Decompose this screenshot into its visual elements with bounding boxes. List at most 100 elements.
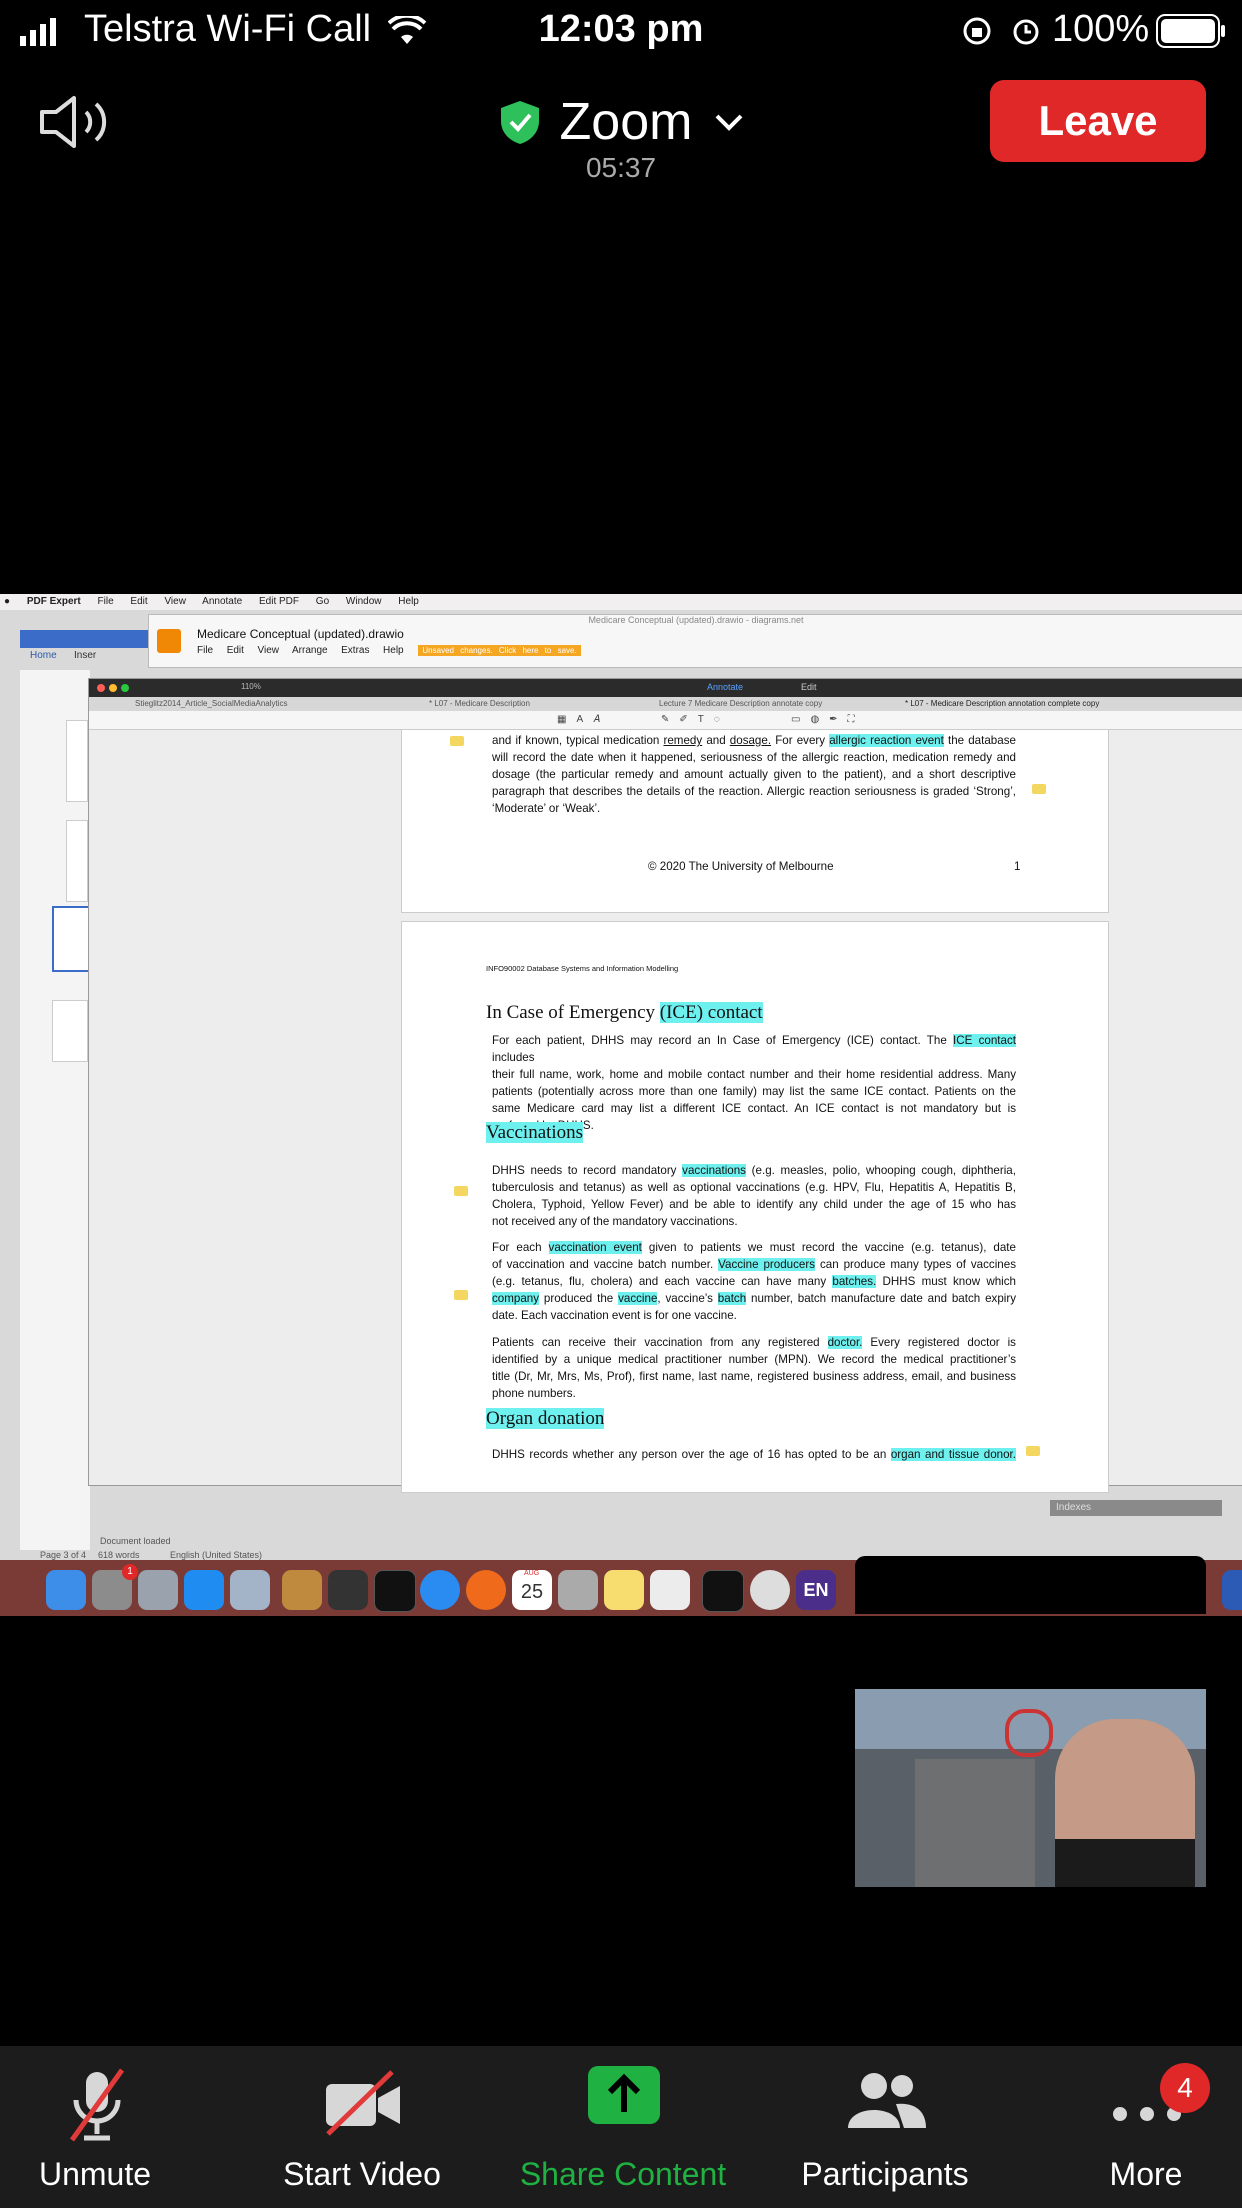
launchpad-icon[interactable] [138,1570,178,1610]
pdf-expert-window: 110% Annotate Edit Stieglitz2014_Article… [88,678,1242,1493]
status-bar: Telstra Wi-Fi Call 12:03 pm 100% [0,0,1242,60]
menubar-item: Edit PDF [259,596,300,607]
annotation-tools-icon[interactable]: ▦A𝐴 [557,714,610,725]
thumbnail[interactable] [66,720,88,802]
maximize-window-button[interactable] [121,684,129,692]
word-word-count: 618 words [98,1550,140,1560]
pdf-titlebar: 110% Annotate Edit [89,679,1242,697]
annotation-toolbar: ▦A𝐴 ✎✐T◌ ▭◍✒⛶ [89,711,1242,730]
pdf-tab[interactable]: Lecture 7 Medicare Description annotate … [659,699,822,708]
participant-shirt [1055,1839,1195,1887]
edit-tab[interactable]: Edit [801,682,817,692]
comment-note-icon[interactable] [454,1290,468,1300]
drawio-menu-item[interactable]: View [257,645,279,656]
participants-icon [848,2073,926,2128]
video-background-clock [1005,1709,1053,1757]
minimize-window-button[interactable] [109,684,117,692]
calculator-icon[interactable] [558,1570,598,1610]
comment-note-icon[interactable] [450,736,464,746]
comment-tools-icon[interactable]: ▭◍✒⛶ [791,714,865,725]
firefox-icon[interactable] [466,1570,506,1610]
organ-donation-heading: Organ donation [486,1408,605,1429]
share-content-button[interactable]: Share Content [512,2046,734,2208]
self-video-thumbnail[interactable] [855,1689,1206,1887]
drawio-menu-item[interactable]: Arrange [292,645,328,656]
shared-screen: ● PDF Expert File Edit View Annotate Edi… [0,594,1242,1616]
thumbnail-selected[interactable] [52,906,90,972]
more-notification-badge: 4 [1160,2063,1210,2113]
notes-book-icon[interactable] [282,1570,322,1610]
more-label: More [1109,2156,1183,2192]
terminal-icon[interactable] [702,1570,744,1612]
markup-tools-icon[interactable]: ✎✐T◌ [661,714,730,725]
indexes-panel[interactable]: Indexes [1050,1500,1222,1516]
zoom-level[interactable]: 110% [241,682,261,691]
word-thumbnails [20,670,90,1550]
video-background-stairs [915,1759,1035,1887]
comment-note-icon[interactable] [454,1186,468,1196]
pdf-tab[interactable]: Stieglitz2014_Article_SocialMediaAnalyti… [135,699,288,708]
compass-icon[interactable] [328,1570,368,1610]
stickies-icon[interactable] [604,1570,644,1610]
drawio-logo-icon [157,629,181,653]
word-titlebar [20,630,150,648]
pdf-page-1: and if known, typical medication remedy … [401,729,1109,913]
safari-icon[interactable] [420,1570,460,1610]
mac-menubar: ● PDF Expert File Edit View Annotate Edi… [0,594,1242,610]
menubar-item: File [97,596,114,607]
drawio-window: Medicare Conceptual (updated).drawio - d… [148,614,1242,668]
unsaved-banner[interactable]: Unsaved changes. Click here to save. [418,645,581,656]
app-store-icon[interactable] [184,1570,224,1610]
thumbnail[interactable] [52,1000,88,1062]
vaccination-event-paragraph: For each vaccination event given to pati… [492,1241,1016,1322]
battery-icon [1156,14,1225,48]
vaccinations-heading: Vaccinations [486,1122,584,1143]
battery-percent: 100% [1052,8,1150,50]
drawio-menu-item[interactable]: Edit [227,645,244,656]
menubar-item: Go [315,596,330,607]
input-language-icon[interactable]: EN [796,1570,836,1610]
unmute-button[interactable]: Unmute [0,2046,190,2208]
menubar-item: View [164,596,186,607]
drawio-menu-item[interactable]: Help [383,645,404,656]
thumbnail[interactable] [66,820,88,902]
preview-icon[interactable] [230,1570,270,1610]
dock-badge: 1 [122,1564,138,1580]
skype-icon[interactable] [750,1570,790,1610]
chevron-down-icon [715,114,743,131]
vaccinations-paragraph: DHHS needs to record mandatory vaccinati… [492,1164,1016,1228]
finder-icon[interactable] [46,1570,86,1610]
apple-icon: ● [4,596,11,607]
unmute-label: Unmute [38,2156,152,2192]
doc-loaded-status: Document loaded [100,1536,171,1546]
word-icon[interactable] [1222,1570,1242,1610]
word-tab-insert[interactable]: Inser [74,650,96,661]
doctor-paragraph: Patients can receive their vaccination f… [492,1336,1016,1400]
word-page-count: Page 3 of 4 [40,1550,87,1560]
activity-monitor-icon[interactable] [374,1570,416,1612]
drawio-window-title: Medicare Conceptual (updated).drawio - d… [588,615,804,625]
page-footer: © 2020 The University of Melbourne [648,860,834,873]
start-video-button[interactable]: Start Video [262,2046,462,2208]
menubar-item: Window [345,596,382,607]
close-window-button[interactable] [97,684,105,692]
comment-note-icon[interactable] [1026,1446,1040,1456]
meeting-toolbar: Unmute Start Video Share Content Partici… [0,2046,1242,2208]
comment-note-icon[interactable] [1032,784,1046,794]
menubar-app: PDF Expert [26,596,81,607]
share-arrow-icon [588,2066,660,2124]
rotation-lock-icon [963,17,991,45]
drawio-menu-item[interactable]: Extras [341,645,369,656]
textedit-icon[interactable] [650,1570,690,1610]
annotate-tab[interactable]: Annotate [707,682,743,692]
drawio-file-title: Medicare Conceptual (updated).drawio [197,627,404,641]
more-button[interactable]: More [1050,2046,1242,2208]
participants-button[interactable]: Participants [790,2046,980,2208]
pdf-tab-active[interactable]: * L07 - Medicare Description annotation … [905,699,1099,708]
pdf-tab[interactable]: * L07 - Medicare Description [429,699,530,708]
word-tab-home[interactable]: Home [30,650,57,661]
meeting-title: Zoom [559,93,693,151]
leave-button[interactable]: Leave [990,80,1206,162]
muted-microphone-icon [69,2068,125,2142]
drawio-menu-item[interactable]: File [197,645,213,656]
